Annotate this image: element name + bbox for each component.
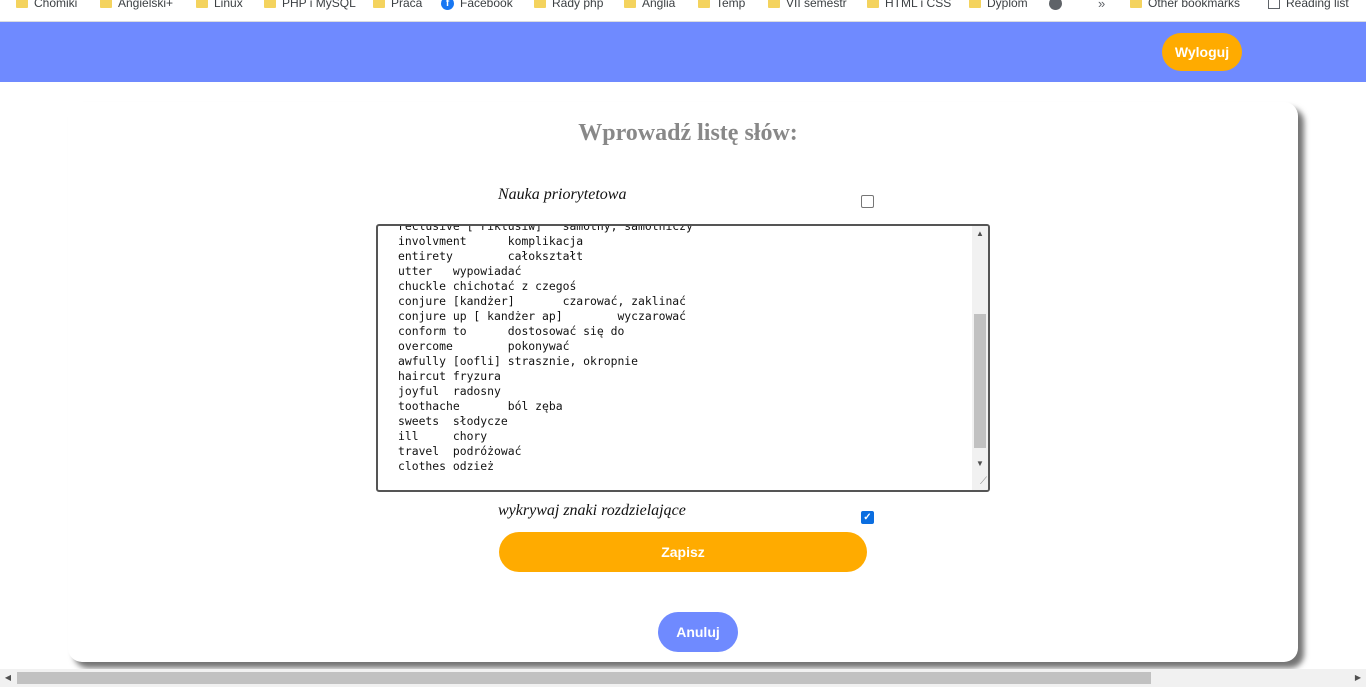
bookmark-praca[interactable]: Praca [373, 0, 422, 11]
bookmark-dyplom[interactable]: Dyplom [969, 0, 1028, 11]
scrollbar-thumb[interactable] [974, 314, 986, 448]
bookmark-rady-php[interactable]: Rady php [534, 0, 603, 11]
detect-separators-label: wykrywaj znaki rozdzielające [498, 502, 686, 519]
bookmarks-bar: Chomiki Angielski+ Linux PHP i MySQL Pra… [0, 0, 1366, 22]
bookmark-temp[interactable]: Temp [698, 0, 745, 11]
folder-icon [100, 0, 112, 8]
folder-icon [534, 0, 546, 8]
word-entry-line: clothes odzież [398, 459, 495, 473]
bookmark-anglia[interactable]: Anglia [624, 0, 675, 11]
horizontal-scrollbar-thumb[interactable] [17, 672, 1151, 684]
word-entry-line: chuckle chichotać z czegoś [398, 279, 577, 293]
word-list-content: reclusive [ riklusiw] samotny, samotnicz… [398, 224, 968, 474]
folder-icon [768, 0, 780, 8]
other-bookmarks[interactable]: Other bookmarks [1130, 0, 1240, 11]
word-entry-line: ill chory [398, 429, 488, 443]
word-entry-line: toothache ból zęba [398, 399, 563, 413]
reading-list[interactable]: Reading list [1268, 0, 1349, 11]
word-entry-line: conjure [kandżer] czarować, zaklinać [398, 294, 687, 308]
scroll-left-arrow-icon[interactable]: ◀ [0, 669, 16, 687]
folder-icon [196, 0, 208, 8]
save-button[interactable]: Zapisz [499, 532, 867, 572]
logout-button[interactable]: Wyloguj [1162, 33, 1242, 71]
bookmark-html-css[interactable]: HTML i CSS [867, 0, 951, 11]
top-bar: Wyloguj [0, 22, 1366, 82]
bookmark-facebook[interactable]: f Facebook [441, 0, 513, 11]
bookmark-linux[interactable]: Linux [196, 0, 243, 11]
folder-icon [698, 0, 710, 8]
word-entry-line: overcome pokonywać [398, 339, 570, 353]
bookmark-angielski[interactable]: Angielski+ [100, 0, 173, 11]
word-entry-line: haircut fryzura [398, 369, 501, 383]
word-entry-line: travel podróżować [398, 444, 522, 458]
textarea-scrollbar[interactable]: ▲ ▼ [972, 226, 988, 490]
word-entry-line: involvment komplikacja [398, 234, 584, 248]
word-entry-line: conform to dostosować się do [398, 324, 625, 338]
word-entry-line: entirety całokształt [398, 249, 584, 263]
page-title: Wprowadź listę słów: [578, 120, 798, 146]
facebook-icon: f [441, 0, 454, 10]
priority-learning-checkbox[interactable] [861, 195, 874, 208]
scroll-down-arrow-icon[interactable]: ▼ [972, 456, 988, 472]
page-horizontal-scrollbar[interactable]: ◀ ▶ [0, 669, 1366, 687]
scroll-up-arrow-icon[interactable]: ▲ [972, 226, 988, 242]
folder-icon [624, 0, 636, 8]
globe-icon [1049, 0, 1062, 10]
reading-list-icon [1268, 0, 1280, 9]
bookmark-vii-semestr[interactable]: VII semestr [768, 0, 847, 11]
folder-icon [373, 0, 385, 8]
bookmark-chomiki[interactable]: Chomiki [16, 0, 77, 11]
word-entry-line: sweets słodycze [398, 414, 508, 428]
word-entry-line: awfully [oofli] strasznie, okropnie [398, 354, 639, 368]
word-entry-line: joyful radosny [398, 384, 501, 398]
word-entry-line: utter wypowiadać [398, 264, 522, 278]
resize-grip-icon[interactable]: ⟋ [973, 475, 987, 489]
detect-separators-checkbox[interactable]: ✓ [861, 511, 874, 524]
bookmarks-overflow-button[interactable]: » [1098, 0, 1105, 11]
chevron-double-right-icon: » [1098, 0, 1106, 11]
scroll-right-arrow-icon[interactable]: ▶ [1350, 669, 1366, 687]
folder-icon [867, 0, 879, 8]
folder-icon [264, 0, 276, 8]
folder-icon [16, 0, 28, 8]
bookmark-globe[interactable] [1049, 0, 1062, 11]
folder-icon [1130, 0, 1142, 8]
word-list-textarea[interactable]: reclusive [ riklusiw] samotny, samotnicz… [376, 224, 990, 492]
word-list-form-card: Wprowadź listę słów: Nauka priorytetowa … [68, 102, 1298, 662]
word-entry-line: reclusive [ riklusiw] samotny, samotnicz… [398, 224, 693, 233]
priority-learning-label: Nauka priorytetowa [498, 186, 627, 203]
word-entry-line: conjure up [ kandżer ap] wyczarować [398, 309, 687, 323]
cancel-button[interactable]: Anuluj [658, 612, 738, 652]
bookmark-php-mysql[interactable]: PHP i MySQL [264, 0, 356, 11]
folder-icon [969, 0, 981, 8]
